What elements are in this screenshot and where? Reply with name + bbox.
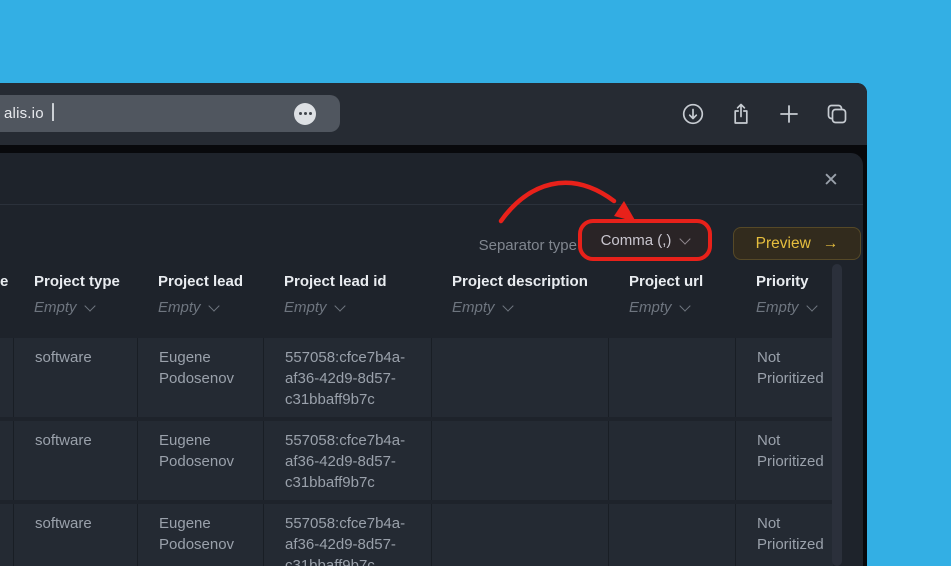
table-header-cutoff: e: [0, 273, 9, 290]
cell-project-lead: Eugene Podosenov: [137, 421, 263, 500]
column-header-project-lead-id: Project lead id Empty: [263, 263, 431, 316]
separator-dropdown[interactable]: Comma (,): [578, 219, 712, 261]
chevron-down-icon: [679, 232, 692, 245]
cell-project-lead-id: 557058:cfce7b4a-af36-42d9-8d57-c31bbaff9…: [263, 504, 431, 566]
chevron-down-icon: [678, 300, 691, 312]
column-filter[interactable]: Empty: [34, 299, 137, 316]
cell-project-url: [608, 338, 735, 417]
new-tab-icon[interactable]: [777, 102, 801, 126]
column-filter[interactable]: Empty: [452, 299, 608, 316]
arrow-right-icon: →: [822, 234, 839, 252]
cell-priority: Not Prioritized: [735, 421, 833, 500]
column-header-priority: Priority Empty: [735, 263, 833, 316]
url-bar[interactable]: alis.io: [0, 95, 340, 132]
table-row: software Eugene Podosenov 557058:cfce7b4…: [0, 421, 833, 500]
cell-project-description: [431, 338, 608, 417]
preview-button[interactable]: Preview →: [733, 227, 861, 260]
cell-project-url: [608, 421, 735, 500]
download-icon[interactable]: [681, 102, 705, 126]
preview-button-label: Preview: [755, 234, 811, 252]
ellipsis-icon[interactable]: [294, 102, 316, 125]
cell-project-type: software: [13, 504, 137, 566]
cell-project-lead-id: 557058:cfce7b4a-af36-42d9-8d57-c31bbaff9…: [263, 338, 431, 417]
cell-project-type: software: [13, 421, 137, 500]
separator-dropdown-value: Comma (,): [600, 231, 672, 249]
chevron-down-icon: [805, 300, 818, 312]
chevron-down-icon: [501, 300, 514, 312]
table-row: software Eugene Podosenov 557058:cfce7b4…: [0, 504, 833, 566]
chevron-down-icon: [333, 300, 346, 312]
cell-project-description: [431, 421, 608, 500]
browser-window: alis.io ✕ Separator type Comma (,) Previ…: [0, 83, 867, 566]
cell-project-lead-id: 557058:cfce7b4a-af36-42d9-8d57-c31bbaff9…: [263, 421, 431, 500]
table-header-row: e Project type Empty Project lead Empty …: [0, 263, 833, 316]
column-filter[interactable]: Empty: [158, 299, 263, 316]
separator-type-label: Separator type: [478, 237, 577, 254]
show-tabs-icon[interactable]: [825, 102, 849, 126]
column-header-project-description: Project description Empty: [431, 263, 608, 316]
import-preview-modal: ✕ Separator type Comma (,) Preview → e P…: [0, 153, 863, 566]
cell-project-lead: Eugene Podosenov: [137, 504, 263, 566]
column-filter[interactable]: Empty: [756, 299, 833, 316]
cell-project-lead: Eugene Podosenov: [137, 338, 263, 417]
chevron-down-icon: [83, 300, 96, 312]
url-text: alis.io: [4, 105, 44, 122]
cell-priority: Not Prioritized: [735, 504, 833, 566]
column-header-project-lead: Project lead Empty: [137, 263, 263, 316]
column-header-project-type: Project type Empty: [13, 263, 137, 316]
vertical-scrollbar[interactable]: [832, 264, 842, 566]
table-body: software Eugene Podosenov 557058:cfce7b4…: [0, 338, 833, 566]
lock-icon: [51, 102, 54, 122]
column-filter[interactable]: Empty: [629, 299, 735, 316]
cell-project-url: [608, 504, 735, 566]
column-filter[interactable]: Empty: [284, 299, 431, 316]
cell-priority: Not Prioritized: [735, 338, 833, 417]
close-icon[interactable]: ✕: [818, 167, 844, 193]
table-row: software Eugene Podosenov 557058:cfce7b4…: [0, 338, 833, 417]
modal-header-divider: [0, 204, 863, 205]
chevron-down-icon: [207, 300, 220, 312]
cell-project-description: [431, 504, 608, 566]
browser-toolbar: alis.io: [0, 83, 867, 145]
cell-project-type: software: [13, 338, 137, 417]
share-icon[interactable]: [729, 102, 753, 126]
column-header-project-url: Project url Empty: [608, 263, 735, 316]
